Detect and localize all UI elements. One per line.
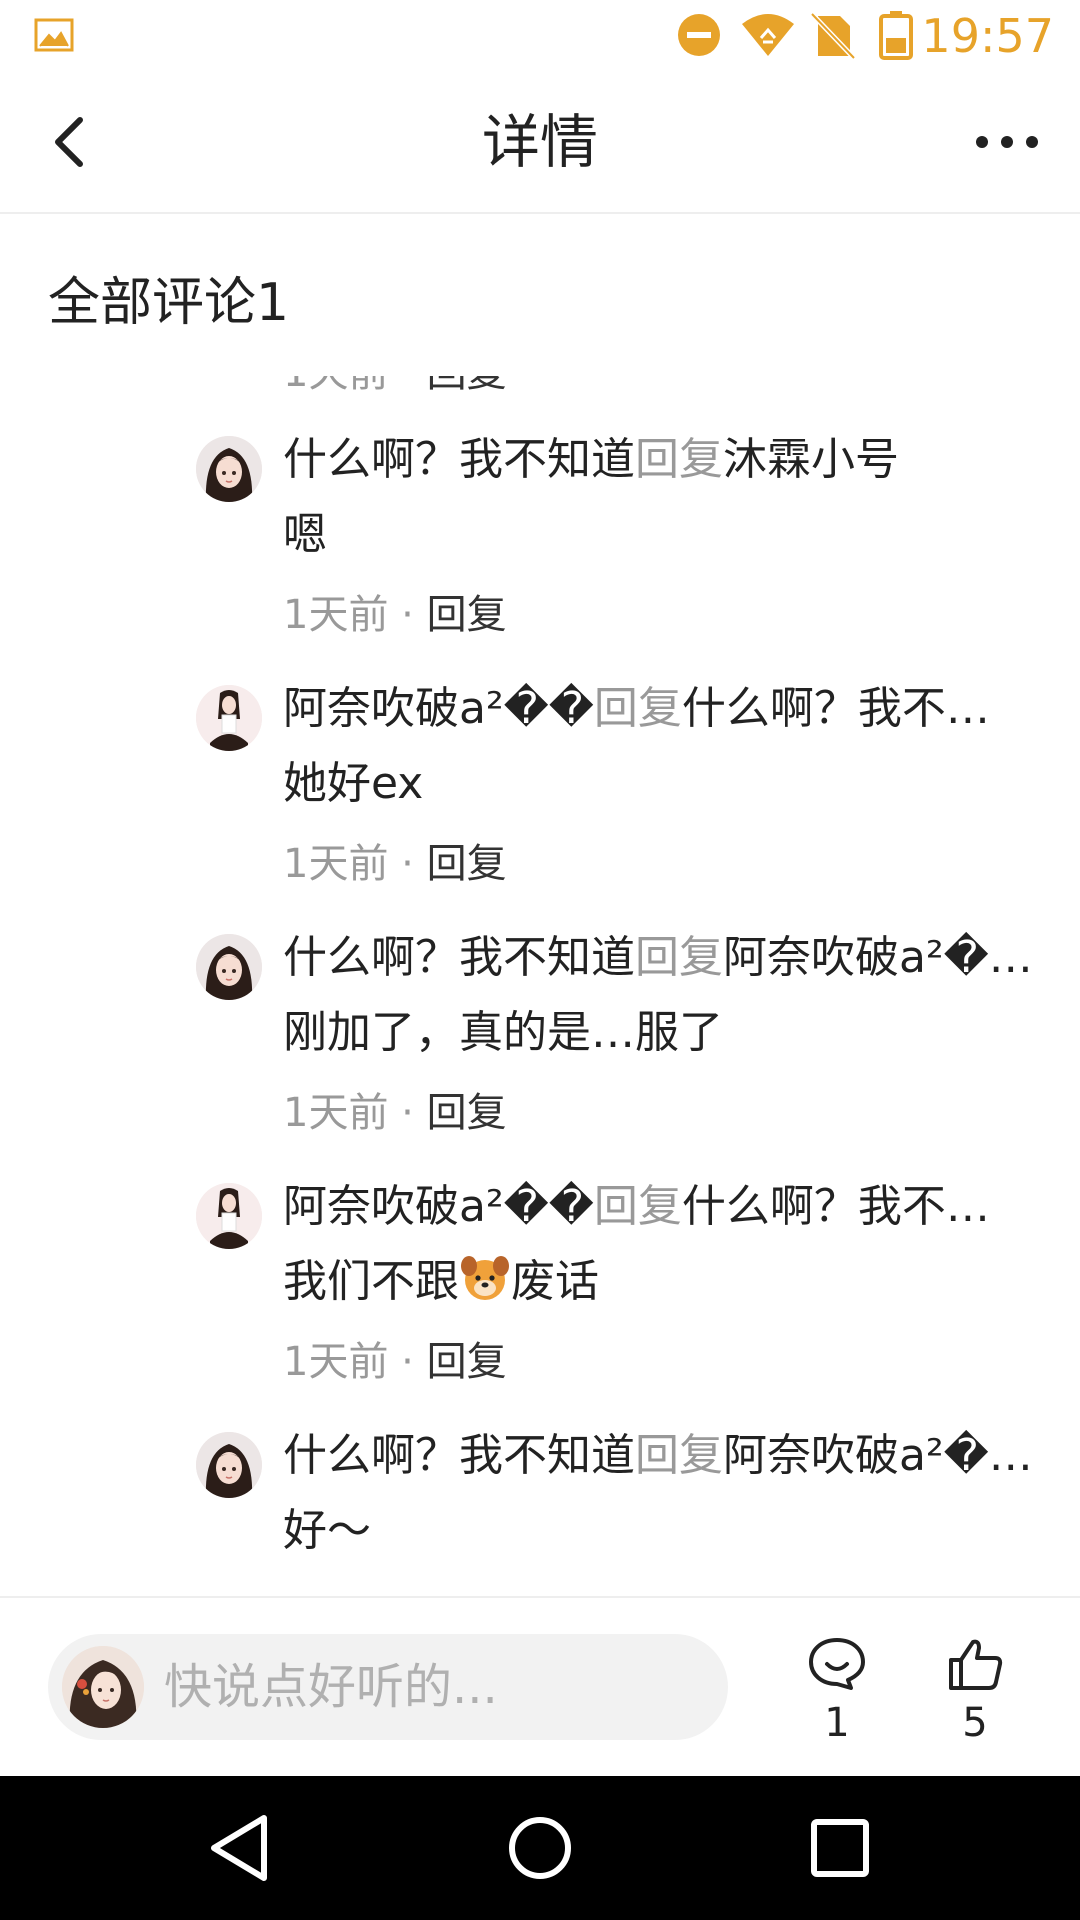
comment-author[interactable]: 阿奈吹破a²��	[283, 683, 594, 734]
battery-icon	[879, 11, 913, 60]
comment-header: 阿奈吹破a²��回复什么啊？我不知道	[283, 1177, 1033, 1237]
image-icon	[34, 18, 74, 52]
comment-author[interactable]: 什么啊？我不知道	[283, 932, 635, 983]
avatar[interactable]	[196, 685, 262, 751]
comment-header: 阿奈吹破a²��回复什么啊？我不知道	[283, 679, 1033, 739]
reply-word: 回复	[635, 932, 723, 983]
all-comments-heading: 全部评论1	[48, 273, 290, 333]
comment-time: 1天前	[283, 376, 388, 396]
comment-time: 1天前	[283, 592, 389, 638]
recents-square-icon[interactable]	[802, 1810, 878, 1886]
comment-item: 什么啊？我不知道回复沐霖小号 嗯 1天前 · 回复	[0, 430, 1080, 679]
comment-header: 什么啊？我不知道回复阿奈吹破a²��	[283, 1426, 1033, 1486]
reply-button[interactable]: 回复	[427, 592, 507, 638]
reply-button[interactable]: 回复	[427, 1090, 507, 1136]
input-placeholder: 快说点好听的...	[164, 1659, 498, 1715]
like-count: 5	[962, 1700, 988, 1746]
reply-button[interactable]: 回复	[427, 1339, 507, 1385]
comment-item: 什么啊？我不知道回复阿奈吹破a²�� 好～	[0, 1426, 1080, 1596]
reply-word: 回复	[635, 434, 723, 485]
comment-meta: 1天前 · 回复	[283, 1339, 507, 1385]
comment-input-bar: 快说点好听的... 1 5	[0, 1596, 1080, 1778]
comment-text: 她好ex	[283, 758, 424, 809]
like-button[interactable]: 5	[930, 1636, 1020, 1748]
comment-meta: 1天前 · 回复	[283, 1090, 507, 1136]
comment-text: 嗯	[283, 509, 327, 560]
avatar[interactable]	[196, 1432, 262, 1498]
comment-author[interactable]: 什么啊？我不知道	[283, 1430, 635, 1481]
partial-comment-meta: 1天前 · 回复	[283, 376, 507, 398]
my-avatar	[62, 1646, 144, 1728]
comment-time: 1天前	[283, 841, 389, 887]
avatar-girl-icon	[196, 436, 262, 502]
comment-header: 什么啊？我不知道回复沐霖小号	[283, 430, 1033, 490]
reply-target[interactable]: 什么啊？我不知道	[682, 683, 1033, 734]
comment-item: 阿奈吹破a²��回复什么啊？我不知道 她好ex 1天前 · 回复	[0, 679, 1080, 928]
avatar-figure-icon	[196, 685, 262, 751]
reply-word: 回复	[593, 1181, 682, 1232]
thumbs-up-icon	[949, 1639, 1003, 1690]
home-circle-icon[interactable]	[502, 1810, 578, 1886]
comment-list[interactable]: 1天前 · 回复 什么啊？我不知道回复沐霖小号 嗯 1天前 · 回复	[0, 376, 1080, 1596]
comment-author[interactable]: 什么啊？我不知道	[283, 434, 635, 485]
avatar-girl-icon	[196, 934, 262, 1000]
avatar[interactable]	[196, 1183, 262, 1249]
comment-time: 1天前	[283, 1090, 389, 1136]
comment-header: 什么啊？我不知道回复阿奈吹破a²��	[283, 928, 1033, 988]
avatar-illustration-icon	[62, 1646, 144, 1728]
reply-button[interactable]: 回复	[427, 841, 507, 887]
avatar-figure-icon	[196, 1183, 262, 1249]
reply-word: 回复	[635, 1430, 723, 1481]
comment-meta: 1天前 · 回复	[283, 592, 507, 638]
comment-count-button[interactable]: 1	[792, 1636, 882, 1748]
reply-word: 回复	[593, 683, 682, 734]
page-title: 详情	[481, 108, 598, 176]
status-time: 19:57	[921, 9, 1054, 63]
comment-bubble-icon	[809, 1638, 865, 1690]
reply-target[interactable]: 沐霖小号	[723, 434, 899, 485]
avatar-girl-icon	[196, 1432, 262, 1498]
more-dots-icon[interactable]	[972, 122, 1042, 162]
comment-text: 刚加了，真的是…服了	[283, 1007, 723, 1058]
comment-text: 好～	[283, 1505, 371, 1556]
system-navigation-bar	[0, 1776, 1080, 1920]
reply-link[interactable]: 回复	[427, 376, 507, 396]
comment-author[interactable]: 阿奈吹破a²��	[283, 1181, 594, 1232]
no-sim-icon	[810, 12, 856, 60]
comment-text: 我们不跟 废话	[283, 1252, 1033, 1312]
reply-target[interactable]: 阿奈吹破a²��	[723, 1430, 1033, 1481]
comment-count: 1	[824, 1700, 850, 1746]
nav-bar: 详情	[0, 72, 1080, 214]
reply-target[interactable]: 什么啊？我不知道	[682, 1181, 1033, 1232]
comment-input[interactable]: 快说点好听的...	[48, 1634, 728, 1740]
do-not-disturb-icon	[678, 14, 720, 56]
reply-target[interactable]: 阿奈吹破a²��	[723, 932, 1033, 983]
comment-time: 1天前	[283, 1339, 389, 1385]
back-triangle-icon[interactable]	[202, 1810, 278, 1886]
wifi-icon	[742, 14, 794, 56]
comment-item: 阿奈吹破a²��回复什么啊？我不知道 我们不跟 废话 1天前 · 回复	[0, 1177, 1080, 1426]
comment-meta: 1天前 · 回复	[283, 841, 507, 887]
avatar[interactable]	[196, 436, 262, 502]
comment-item: 什么啊？我不知道回复阿奈吹破a²�� 刚加了，真的是…服了 1天前 · 回复	[0, 928, 1080, 1177]
dog-emoji-icon	[461, 1256, 509, 1300]
status-bar: 19:57	[0, 0, 1080, 72]
avatar[interactable]	[196, 934, 262, 1000]
